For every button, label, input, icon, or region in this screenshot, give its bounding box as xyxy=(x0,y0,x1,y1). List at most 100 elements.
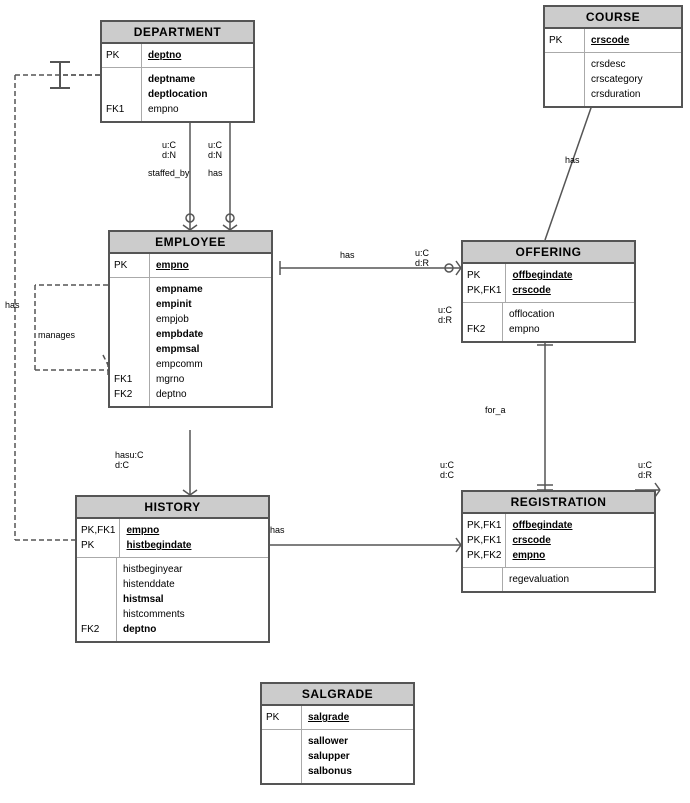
entity-department-pk-key: PK xyxy=(102,44,142,67)
entity-salgrade-other-fields: sallower salupper salbonus xyxy=(302,730,413,783)
label-dept-has: has xyxy=(208,168,223,178)
entity-salgrade-other-section: sallower salupper salbonus xyxy=(262,730,413,783)
entity-department-header: DEPARTMENT xyxy=(102,22,253,44)
entity-history-header: HISTORY xyxy=(77,497,268,519)
entity-employee-other-section: FK1FK2 empname empinit empjob empbdate e… xyxy=(110,278,271,406)
entity-course-other-key xyxy=(545,53,585,106)
field-deptlocation: deptlocation xyxy=(148,87,247,102)
entity-course: COURSE PK crscode crsdesc crscategory cr… xyxy=(543,5,683,108)
label-uc-dr-reg: u:Cd:R xyxy=(638,460,652,480)
field-off-empno: empno xyxy=(509,322,628,337)
entity-registration-other-section: regevaluation xyxy=(463,568,654,591)
entity-registration-pk-key: PK,FK1PK,FK1PK,FK2 xyxy=(463,514,506,567)
field-reg-empno: empno xyxy=(512,550,545,561)
field-sallower: sallower xyxy=(308,734,407,749)
entity-offering-other-section: FK2 offlocation empno xyxy=(463,303,634,341)
entity-history-other-fields: histbeginyear histenddate histmsal histc… xyxy=(117,558,268,641)
field-crsduration: crsduration xyxy=(591,87,675,102)
entity-offering-pk-fields: offbegindate crscode xyxy=(506,264,634,302)
field-reg-offbegindate: offbegindate xyxy=(512,520,572,531)
entity-employee-pk-fields: empno xyxy=(150,254,271,277)
entity-course-other-section: crsdesc crscategory crsduration xyxy=(545,53,681,106)
label-has-left: has xyxy=(5,300,20,310)
entity-history-pk-fields: empno histbegindate xyxy=(120,519,268,557)
field-deptno: deptno xyxy=(148,50,181,61)
field-offbegindate: offbegindate xyxy=(512,270,572,281)
entity-department: DEPARTMENT PK deptno FK1 deptname deptlo… xyxy=(100,20,255,123)
entity-course-other-fields: crsdesc crscategory crsduration xyxy=(585,53,681,106)
entity-history-pk-key: PK,FK1PK xyxy=(77,519,120,557)
diagram-container: staffed_by has has has for_a has has man… xyxy=(0,0,690,803)
field-empmsal: empmsal xyxy=(156,342,265,357)
field-empjob: empjob xyxy=(156,312,265,327)
label-emp-offering-has: has xyxy=(340,250,355,260)
field-empcomm: empcomm xyxy=(156,357,265,372)
field-salbonus: salbonus xyxy=(308,764,407,779)
field-reg-crscode: crscode xyxy=(512,535,550,546)
entity-registration-other-fields: regevaluation xyxy=(503,568,654,591)
entity-employee-pk-section: PK empno xyxy=(110,254,271,278)
label-course-has: has xyxy=(565,155,580,165)
entity-employee-header: EMPLOYEE xyxy=(110,232,271,254)
entity-department-other-section: FK1 deptname deptlocation empno xyxy=(102,68,253,121)
entity-course-pk-fields: crscode xyxy=(585,29,681,52)
entity-offering: OFFERING PKPK,FK1 offbegindate crscode F… xyxy=(461,240,636,343)
label-uc-dr-off2: u:Cd:R xyxy=(438,305,452,325)
entity-offering-pk-key: PKPK,FK1 xyxy=(463,264,506,302)
entity-offering-other-fields: offlocation empno xyxy=(503,303,634,341)
label-staffed-by: staffed_by xyxy=(148,168,189,178)
field-crscategory: crscategory xyxy=(591,72,675,87)
entity-department-pk-fields: deptno xyxy=(142,44,253,67)
entity-salgrade-pk-key: PK xyxy=(262,706,302,729)
entity-registration-pk-section: PK,FK1PK,FK1PK,FK2 offbegindate crscode … xyxy=(463,514,654,568)
entity-course-pk-section: PK crscode xyxy=(545,29,681,53)
entity-offering-fk-key: FK2 xyxy=(463,303,503,341)
field-histenddate: histenddate xyxy=(123,577,262,592)
entity-course-header: COURSE xyxy=(545,7,681,29)
field-crsdesc: crsdesc xyxy=(591,57,675,72)
entity-employee-other-fields: empname empinit empjob empbdate empmsal … xyxy=(150,278,271,406)
entity-registration-pk-fields: offbegindate crscode empno xyxy=(506,514,654,567)
entity-history-other-section: FK2 histbeginyear histenddate histmsal h… xyxy=(77,558,268,641)
entity-course-pk-key: PK xyxy=(545,29,585,52)
field-hist-empno: empno xyxy=(126,525,159,536)
field-salgrade: salgrade xyxy=(308,712,349,723)
entity-employee-fk-key: FK1FK2 xyxy=(110,278,150,406)
entity-salgrade-other-key xyxy=(262,730,302,783)
entity-registration-other-key xyxy=(463,568,503,591)
field-regevaluation: regevaluation xyxy=(509,572,648,587)
entity-history: HISTORY PK,FK1PK empno histbegindate FK2… xyxy=(75,495,270,643)
field-histbegindate: histbegindate xyxy=(126,540,191,551)
field-dept-empno: empno xyxy=(148,102,247,117)
field-histmsal: histmsal xyxy=(123,592,262,607)
field-empname: empname xyxy=(156,282,265,297)
field-empinit: empinit xyxy=(156,297,265,312)
field-deptname: deptname xyxy=(148,72,247,87)
field-emp-deptno: deptno xyxy=(156,387,265,402)
entity-history-fk-key: FK2 xyxy=(77,558,117,641)
label-uc-dc-reg: u:Cd:C xyxy=(440,460,454,480)
field-empbdate: empbdate xyxy=(156,327,265,342)
label-hist-has: has xyxy=(270,525,285,535)
entity-offering-pk-section: PKPK,FK1 offbegindate crscode xyxy=(463,264,634,303)
field-empno: empno xyxy=(156,260,189,271)
entity-salgrade-pk-section: PK salgrade xyxy=(262,706,413,730)
label-manages: manages xyxy=(38,330,75,340)
field-crscode: crscode xyxy=(591,35,629,46)
entity-department-fk-key: FK1 xyxy=(102,68,142,121)
entity-department-pk-section: PK deptno xyxy=(102,44,253,68)
entity-offering-header: OFFERING xyxy=(463,242,634,264)
entity-department-other-fields: deptname deptlocation empno xyxy=(142,68,253,121)
field-hist-deptno: deptno xyxy=(123,622,262,637)
field-off-crscode: crscode xyxy=(512,285,550,296)
entity-salgrade-header: SALGRADE xyxy=(262,684,413,706)
field-offlocation: offlocation xyxy=(509,307,628,322)
entity-salgrade-pk-fields: salgrade xyxy=(302,706,413,729)
field-salupper: salupper xyxy=(308,749,407,764)
entity-registration: REGISTRATION PK,FK1PK,FK1PK,FK2 offbegin… xyxy=(461,490,656,593)
label-offering-reg: for_a xyxy=(485,405,506,415)
entity-history-pk-section: PK,FK1PK empno histbegindate xyxy=(77,519,268,558)
label-uc-dept2: u:Cd:N xyxy=(208,140,222,160)
entity-employee-pk-key: PK xyxy=(110,254,150,277)
label-hasu-c: hasu:Cd:C xyxy=(115,450,144,470)
